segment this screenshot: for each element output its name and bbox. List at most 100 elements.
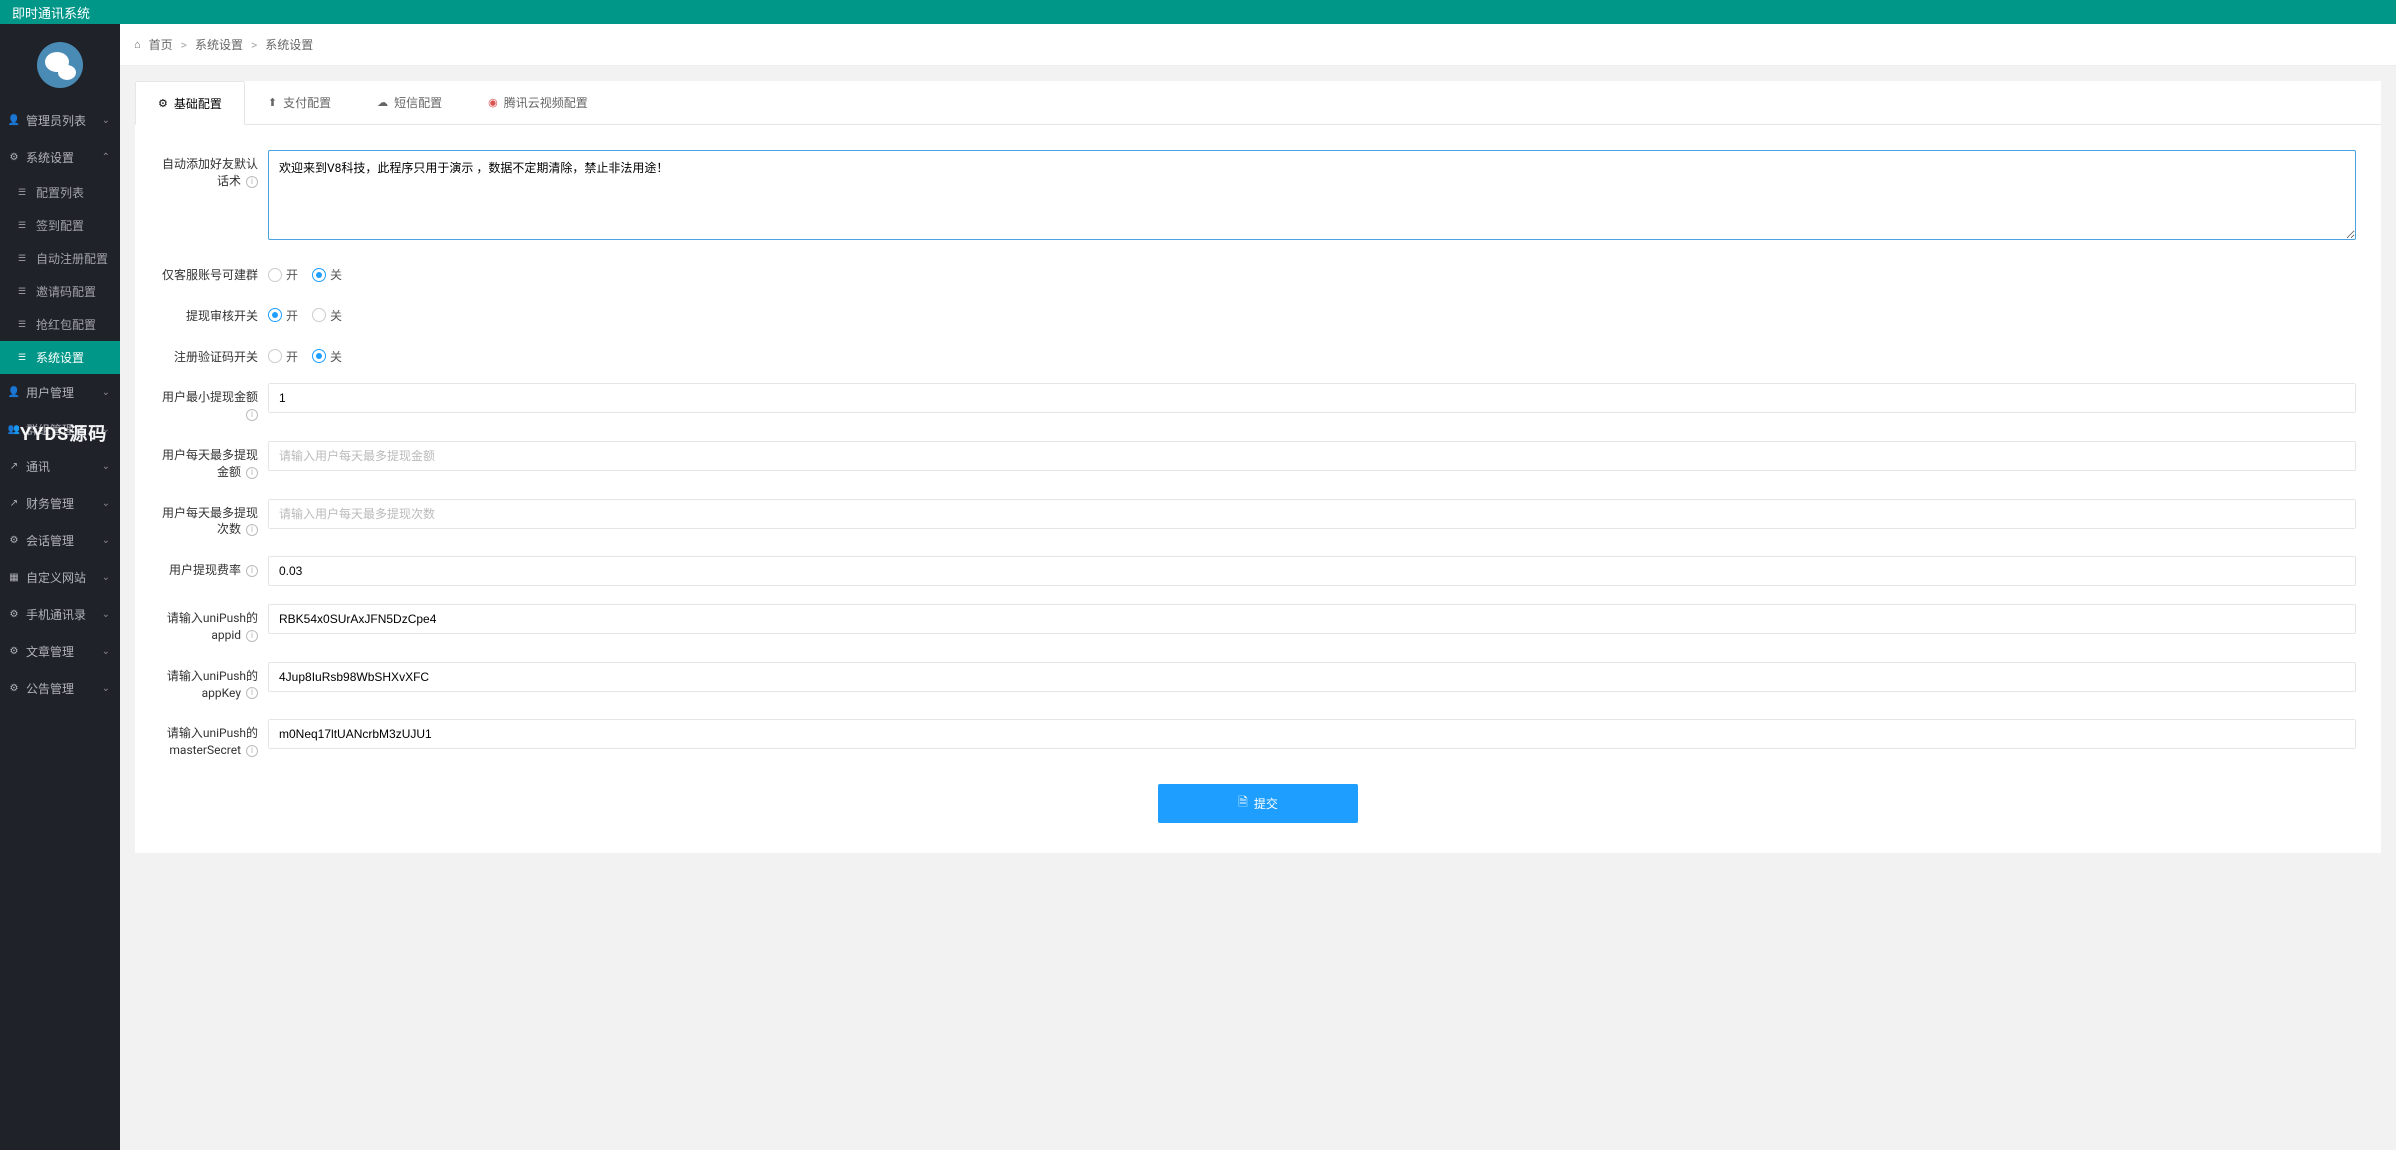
label-max-daily-amount: 用户每天最多提现金额 i	[160, 441, 268, 481]
sidebar-item-session[interactable]: ⚙会话管理 ⌄	[0, 522, 120, 559]
breadcrumb-l2: 系统设置	[265, 36, 313, 53]
user-icon: 👤	[8, 387, 20, 399]
label-min-withdraw: 用户最小提现金额 i	[160, 383, 268, 423]
wechat-icon	[37, 42, 83, 88]
list-icon: ☰	[18, 353, 28, 363]
save-icon: 🗎	[1238, 793, 1248, 814]
list-icon: ☰	[18, 254, 28, 264]
label-register-captcha: 注册验证码开关	[160, 343, 268, 366]
tab-tencent-video-config[interactable]: ◉ 腾讯云视频配置	[465, 81, 611, 124]
tab-payment-config[interactable]: ⬆ 支付配置	[245, 81, 354, 124]
sub-invite-config[interactable]: ☰邀请码配置	[0, 275, 120, 308]
info-icon[interactable]: i	[246, 565, 258, 577]
label-withdraw-fee: 用户提现费率 i	[160, 556, 268, 579]
radio-cs-group-on[interactable]: 开	[268, 266, 298, 283]
label-default-greeting: 自动添加好友默认话术 i	[160, 150, 268, 190]
user-icon: 👤	[8, 115, 20, 127]
gear-icon: ⚙	[8, 609, 20, 621]
label-withdraw-audit: 提现审核开关	[160, 302, 268, 325]
list-icon: ☰	[18, 287, 28, 297]
chevron-up-icon: ⌃	[102, 152, 110, 163]
label-unipush-appid: 请输入uniPush的appid i	[160, 604, 268, 644]
tab-basic-config[interactable]: ⚙ 基础配置	[135, 81, 245, 125]
list-icon: ☰	[18, 320, 28, 330]
content-card: ⚙ 基础配置 ⬆ 支付配置 ☁ 短信配置 ◉ 腾讯云视频配置 自	[135, 81, 2381, 853]
chevron-down-icon: ⌄	[102, 115, 110, 126]
gear-icon: ⚙	[8, 152, 20, 164]
label-unipush-mastersecret: 请输入uniPush的masterSecret i	[160, 719, 268, 759]
sidebar-item-admin-list[interactable]: 👤管理员列表 ⌄	[0, 102, 120, 139]
gear-icon: ⚙	[8, 683, 20, 695]
chevron-down-icon: ⌄	[102, 387, 110, 398]
chevron-down-icon: ⌄	[102, 572, 110, 583]
home-icon: ⌂	[134, 38, 141, 51]
info-icon[interactable]: i	[246, 524, 258, 536]
radio-cs-group-off[interactable]: 关	[312, 266, 342, 283]
sidebar-item-articles[interactable]: ⚙文章管理 ⌄	[0, 633, 120, 670]
input-withdraw-fee[interactable]	[268, 556, 2356, 586]
upload-icon: ⬆	[268, 96, 277, 109]
chevron-down-icon: ⌄	[102, 646, 110, 657]
sidebar-item-announce[interactable]: ⚙公告管理 ⌄	[0, 670, 120, 707]
breadcrumb-home[interactable]: 首页	[149, 36, 173, 53]
label-unipush-appkey: 请输入uniPush的appKey i	[160, 662, 268, 702]
info-icon[interactable]: i	[246, 630, 258, 642]
logo	[0, 24, 120, 102]
sidebar-item-comms[interactable]: ↗通讯 ⌄	[0, 448, 120, 485]
sidebar-item-custom-site[interactable]: ▦自定义网站 ⌄	[0, 559, 120, 596]
sidebar-item-finance[interactable]: ↗财务管理 ⌄	[0, 485, 120, 522]
video-icon: ◉	[488, 96, 498, 109]
chevron-down-icon: ⌄	[102, 461, 110, 472]
info-icon[interactable]: i	[246, 687, 258, 699]
chevron-down-icon: ⌄	[102, 683, 110, 694]
users-icon: 👥	[8, 424, 20, 436]
submit-button[interactable]: 🗎 提交	[1158, 784, 1358, 823]
grid-icon: ▦	[8, 572, 20, 584]
input-max-daily-count[interactable]	[268, 499, 2356, 529]
sub-system-settings[interactable]: ☰系统设置	[0, 341, 120, 374]
form-area: 自动添加好友默认话术 i 仅客服账号可建群 开 关 提现审核开关 开	[135, 125, 2381, 853]
sub-autoreg-config[interactable]: ☰自动注册配置	[0, 242, 120, 275]
input-unipush-appkey[interactable]	[268, 662, 2356, 692]
radio-withdraw-audit-off[interactable]: 关	[312, 307, 342, 324]
link-icon: ↗	[8, 498, 20, 510]
input-unipush-appid[interactable]	[268, 604, 2356, 634]
tab-bar: ⚙ 基础配置 ⬆ 支付配置 ☁ 短信配置 ◉ 腾讯云视频配置	[135, 81, 2381, 125]
radio-captcha-on[interactable]: 开	[268, 348, 298, 365]
sidebar: 👤管理员列表 ⌄ ⚙系统设置 ⌃ ☰配置列表 ☰签到配置 ☰自动注册配置 ☰邀请…	[0, 24, 120, 1150]
input-unipush-mastersecret[interactable]	[268, 719, 2356, 749]
input-default-greeting[interactable]	[268, 150, 2356, 240]
sidebar-item-user-mgmt[interactable]: 👤用户管理 ⌄	[0, 374, 120, 411]
sub-config-list[interactable]: ☰配置列表	[0, 176, 120, 209]
label-cs-only-group: 仅客服账号可建群	[160, 261, 268, 284]
gear-icon: ⚙	[158, 97, 168, 110]
link-icon: ↗	[8, 461, 20, 473]
label-max-daily-count: 用户每天最多提现次数 i	[160, 499, 268, 539]
app-title: 即时通讯系统	[12, 3, 90, 22]
radio-withdraw-audit-on[interactable]: 开	[268, 307, 298, 324]
app-header: 即时通讯系统	[0, 0, 2396, 24]
input-min-withdraw[interactable]	[268, 383, 2356, 413]
main-content: ⌂ 首页 > 系统设置 > 系统设置 ⚙ 基础配置 ⬆ 支付配置 ☁ 短信配置	[120, 24, 2396, 1150]
gear-icon: ⚙	[8, 535, 20, 547]
sidebar-item-group-mgmt[interactable]: 👥群组管理 ⌄	[0, 411, 120, 448]
gear-icon: ⚙	[8, 646, 20, 658]
chevron-down-icon: ⌄	[102, 609, 110, 620]
tab-sms-config[interactable]: ☁ 短信配置	[354, 81, 465, 124]
info-icon[interactable]: i	[246, 409, 258, 421]
sidebar-item-system-settings[interactable]: ⚙系统设置 ⌃	[0, 139, 120, 176]
radio-captcha-off[interactable]: 关	[312, 348, 342, 365]
info-icon[interactable]: i	[246, 745, 258, 757]
sub-redpacket-config[interactable]: ☰抢红包配置	[0, 308, 120, 341]
list-icon: ☰	[18, 221, 28, 231]
breadcrumb-l1[interactable]: 系统设置	[195, 36, 243, 53]
info-icon[interactable]: i	[246, 176, 258, 188]
chevron-down-icon: ⌄	[102, 424, 110, 435]
chevron-down-icon: ⌄	[102, 535, 110, 546]
sub-signin-config[interactable]: ☰签到配置	[0, 209, 120, 242]
info-icon[interactable]: i	[246, 467, 258, 479]
chevron-down-icon: ⌄	[102, 498, 110, 509]
sidebar-item-contacts[interactable]: ⚙手机通讯录 ⌄	[0, 596, 120, 633]
input-max-daily-amount[interactable]	[268, 441, 2356, 471]
breadcrumb: ⌂ 首页 > 系统设置 > 系统设置	[120, 24, 2396, 66]
